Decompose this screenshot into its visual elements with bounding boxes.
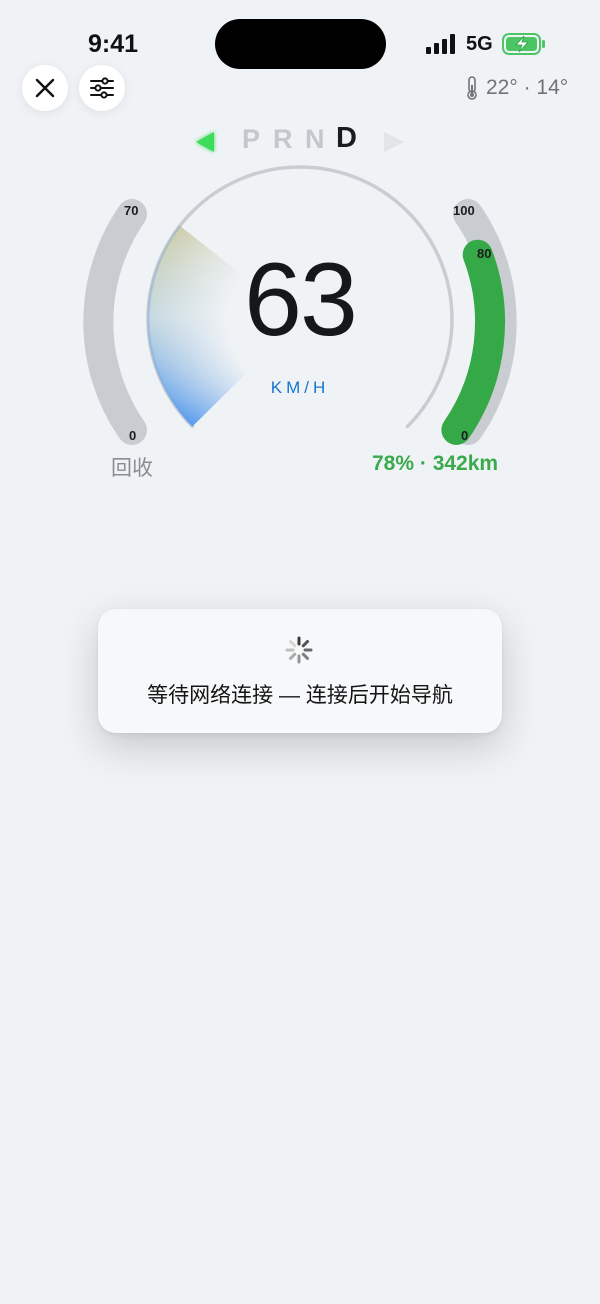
toast-message: 等待网络连接 — 连接后开始导航: [147, 684, 453, 707]
gear-p[interactable]: P: [242, 124, 260, 155]
regen-max-label: 70: [124, 203, 139, 218]
settings-button[interactable]: [79, 65, 125, 111]
gear-r[interactable]: R: [273, 124, 293, 155]
spinner-ray: [301, 640, 309, 648]
speed-value: 63: [244, 242, 358, 358]
battery-charging-icon: [502, 33, 545, 55]
gear-d[interactable]: D: [336, 122, 357, 155]
battery-summary: 78% · 342km: [372, 452, 499, 475]
battery-level-bar: [441, 239, 506, 445]
spinner-ray: [289, 652, 297, 660]
battery-max-label: 100: [453, 203, 475, 218]
arrow-left-icon[interactable]: [192, 129, 218, 155]
close-icon: [35, 78, 55, 98]
network-type: 5G: [466, 33, 493, 55]
speed-unit: KM/H: [270, 378, 330, 397]
battery-min-label: 0: [461, 428, 469, 443]
spinner-icon: [285, 636, 313, 664]
signal-icon: [426, 34, 455, 54]
dynamic-island: [215, 19, 386, 69]
gear-n[interactable]: N: [305, 124, 325, 155]
weather-readout: 22° · 14°: [464, 76, 568, 100]
gear-selector: P R N D: [190, 122, 410, 160]
battery-level-label: 80: [477, 246, 492, 261]
regen-label: 回收: [111, 457, 153, 480]
sliders-icon: [90, 77, 114, 99]
close-button[interactable]: [22, 65, 68, 111]
regen-min-label: 0: [129, 428, 137, 443]
temperature-text: 22° · 14°: [486, 76, 569, 99]
spinner-ray: [301, 652, 309, 660]
status-time: 9:41: [88, 30, 139, 58]
regen-track: [83, 199, 147, 445]
spinner-ray: [289, 640, 297, 648]
network-toast: 等待网络连接 — 连接后开始导航: [98, 609, 502, 733]
arrow-right-icon[interactable]: [382, 130, 406, 154]
thermometer-icon: [467, 76, 477, 100]
